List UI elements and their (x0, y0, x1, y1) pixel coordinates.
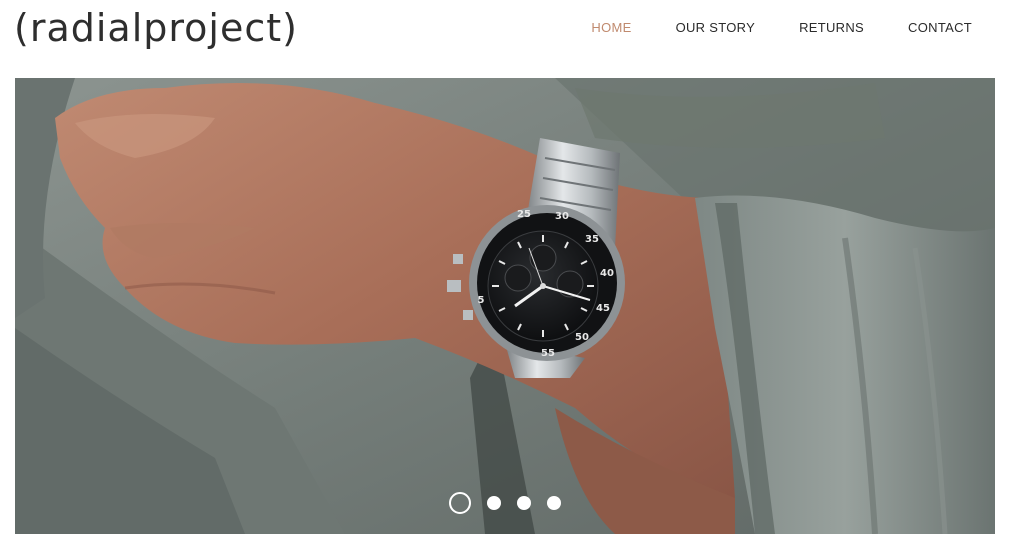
site-header: (radialproject) HOME OUR STORY RETURNS C… (0, 0, 1010, 78)
slide-dot-3[interactable] (517, 496, 531, 510)
nav-contact[interactable]: CONTACT (886, 19, 972, 36)
bezel-number: 30 (555, 211, 569, 222)
main-nav: HOME OUR STORY RETURNS CONTACT (569, 19, 972, 36)
site-logo[interactable]: (radialproject) (14, 2, 298, 54)
bezel-number: 25 (517, 209, 531, 220)
bezel-number: 55 (541, 348, 555, 359)
bezel-number: 40 (600, 268, 614, 279)
slide-dot-4[interactable] (547, 496, 561, 510)
bezel-number: 35 (585, 234, 599, 245)
bezel-number: 5 (478, 295, 485, 306)
slide-dot-2[interactable] (487, 496, 501, 510)
hero-image: 25 30 35 40 45 50 55 5 (15, 78, 995, 534)
nav-home[interactable]: HOME (569, 19, 653, 36)
nav-our-story[interactable]: OUR STORY (654, 19, 778, 36)
bezel-number: 50 (575, 332, 589, 343)
slideshow-pagination (15, 491, 995, 515)
slide-dot-1[interactable] (449, 492, 471, 514)
hero-slideshow[interactable]: 25 30 35 40 45 50 55 5 (15, 78, 995, 534)
bezel-number: 45 (596, 303, 610, 314)
nav-returns[interactable]: RETURNS (777, 19, 886, 36)
